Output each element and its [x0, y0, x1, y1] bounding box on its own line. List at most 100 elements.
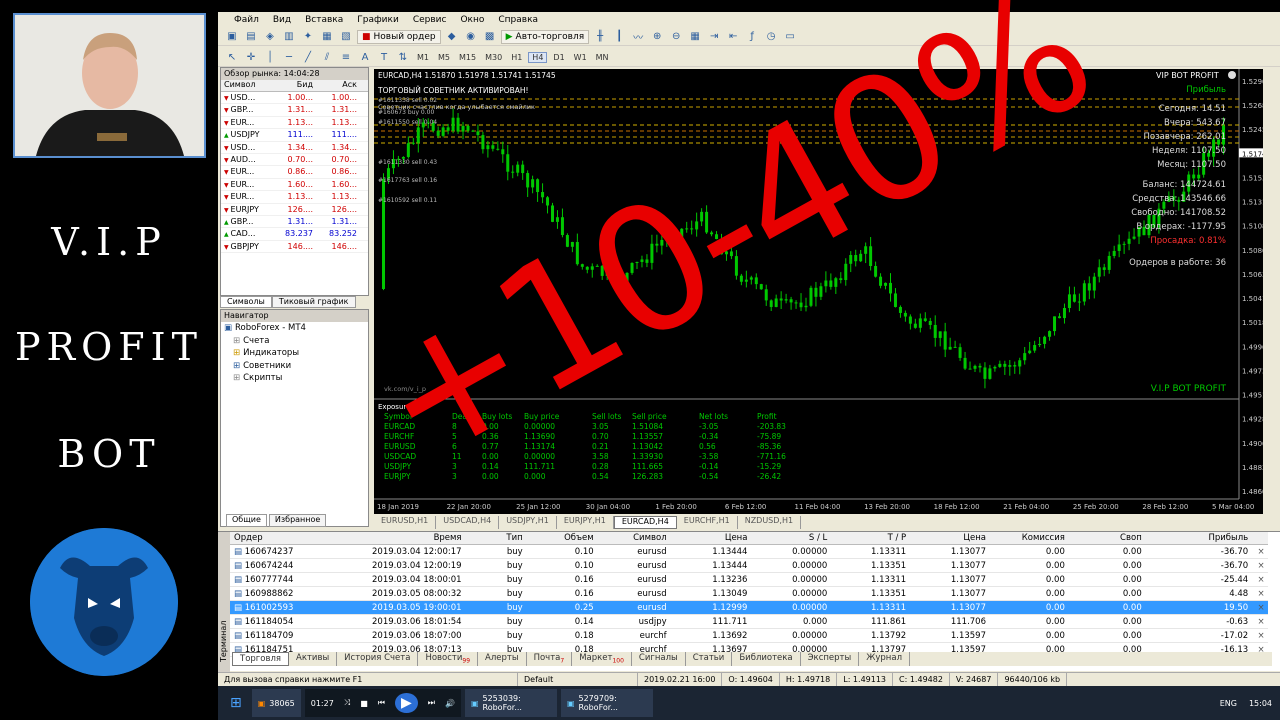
- new-chart-icon[interactable]: ▣: [224, 30, 240, 44]
- indicators-icon[interactable]: ƒ: [744, 30, 760, 44]
- taskbar-item-3[interactable]: ▣ 5279709: RoboFor...: [560, 689, 653, 717]
- candle-chart-icon[interactable]: ┃: [611, 30, 627, 44]
- column-header[interactable]: Своп: [1071, 532, 1148, 544]
- text-icon[interactable]: A: [357, 51, 373, 65]
- market-watch-row[interactable]: ▲ CAD... 83.237 83.252: [221, 228, 368, 241]
- market-watch-row[interactable]: ▲ GBP... 1.31... 1.31...: [221, 216, 368, 229]
- chart-tab[interactable]: EURJPY,H1: [557, 516, 614, 529]
- column-header[interactable]: Тип: [468, 532, 529, 544]
- chart-tab[interactable]: NZDUSD,H1: [738, 516, 802, 529]
- order-row[interactable]: ▤ 160674237 2019.03.04 12:00:17 buy 0.10 eur…: [230, 545, 1268, 559]
- column-header[interactable]: S / L: [753, 532, 833, 544]
- clock[interactable]: 15:04: [1241, 699, 1280, 708]
- trendline-icon[interactable]: ╱: [300, 51, 316, 65]
- terminal-tab[interactable]: Журнал: [859, 652, 910, 666]
- prev-icon[interactable]: ⏮: [378, 698, 385, 708]
- col-ask[interactable]: Аск: [315, 80, 359, 91]
- tf-h1[interactable]: H1: [508, 53, 525, 62]
- tf-h4[interactable]: H4: [528, 52, 548, 63]
- navigator-icon[interactable]: ✦: [300, 30, 316, 44]
- order-row[interactable]: ▤ 160674244 2019.03.04 12:00:19 buy 0.10 eur…: [230, 559, 1268, 573]
- order-row[interactable]: ▤ 161184709 2019.03.06 18:07:00 buy 0.18 eur…: [230, 629, 1268, 643]
- column-header[interactable]: Прибыль: [1148, 532, 1254, 544]
- tab-symbols[interactable]: Символы: [220, 296, 272, 308]
- close-order-icon[interactable]: ×: [1254, 601, 1268, 614]
- text-label-icon[interactable]: T: [376, 51, 392, 65]
- order-row[interactable]: ▤ 160988862 2019.03.05 08:00:32 buy 0.16 eur…: [230, 587, 1268, 601]
- terminal-tab[interactable]: Сигналы: [632, 652, 686, 666]
- menu-view[interactable]: Вид: [273, 15, 291, 25]
- chart-tab[interactable]: EURUSD,H1: [374, 516, 437, 529]
- tab-tick-chart[interactable]: Тиковый график: [271, 296, 356, 308]
- channel-icon[interactable]: ⫽: [319, 51, 335, 65]
- terminal-tab[interactable]: Активы: [289, 652, 338, 666]
- close-order-icon[interactable]: ×: [1254, 587, 1268, 600]
- terminal-tab[interactable]: Торговля: [232, 652, 290, 666]
- market-watch-row[interactable]: ▼ EUR... 1.13... 1.13...: [221, 191, 368, 204]
- market-watch-row[interactable]: ▼ AUD... 0.70... 0.70...: [221, 154, 368, 167]
- templates-icon[interactable]: ▭: [782, 30, 798, 44]
- menu-window[interactable]: Окно: [460, 15, 484, 25]
- menu-help[interactable]: Справка: [498, 15, 538, 25]
- terminal-tab[interactable]: История Счета: [337, 652, 419, 666]
- column-header[interactable]: Символ: [600, 532, 673, 544]
- column-header[interactable]: T / P: [833, 532, 912, 544]
- market-watch-row[interactable]: ▼ EURJPY 126.... 126....: [221, 204, 368, 216]
- fibonacci-icon[interactable]: ≡: [338, 51, 354, 65]
- line-chart-icon[interactable]: 〰: [630, 30, 646, 44]
- new-order-button[interactable]: ■ Новый ордер: [357, 29, 441, 44]
- chart-shift-icon[interactable]: ⇤: [725, 30, 741, 44]
- play-icon[interactable]: ▶: [394, 693, 418, 713]
- chart-tab[interactable]: EURCAD,H4: [613, 516, 677, 529]
- auto-trading-button[interactable]: ▶ Авто-торговля: [500, 29, 590, 44]
- stop-icon[interactable]: ■: [360, 699, 368, 708]
- bar-chart-icon[interactable]: ╫: [592, 30, 608, 44]
- cursor-icon[interactable]: ↖: [224, 51, 240, 65]
- terminal-tab[interactable]: Статьи: [686, 652, 733, 666]
- tab-favorites[interactable]: Избранное: [268, 514, 327, 527]
- menu-tools[interactable]: Сервис: [413, 15, 447, 25]
- start-button[interactable]: ⊞: [224, 689, 248, 717]
- horizontal-line-icon[interactable]: ─: [281, 51, 297, 65]
- order-row[interactable]: ▤ 160777744 2019.03.04 18:00:01 buy 0.16 eur…: [230, 573, 1268, 587]
- terminal-icon[interactable]: ▦: [319, 30, 335, 44]
- market-watch-row[interactable]: ▼ GBPJPY 146.... 146....: [221, 241, 368, 254]
- column-header[interactable]: Цена: [912, 532, 992, 544]
- data-window-icon[interactable]: ▥: [281, 30, 297, 44]
- market-watch-row[interactable]: ▲ USDJPY 111.... 111....: [221, 129, 368, 142]
- tab-common[interactable]: Общие: [226, 514, 267, 527]
- market-icon[interactable]: ▩: [482, 30, 498, 44]
- tile-windows-icon[interactable]: ▦: [687, 30, 703, 44]
- column-header[interactable]: Объем: [529, 532, 600, 544]
- signals-icon[interactable]: ◉: [463, 30, 479, 44]
- arrows-icon[interactable]: ⇅: [395, 51, 411, 65]
- next-icon[interactable]: ⏭: [428, 698, 435, 708]
- zoom-out-icon[interactable]: ⊖: [668, 30, 684, 44]
- tf-d1[interactable]: D1: [550, 53, 567, 62]
- terminal-tab[interactable]: Библиотека: [732, 652, 801, 666]
- nav-item-experts[interactable]: ⊞ Советники: [221, 360, 368, 373]
- order-row[interactable]: ▤ 161002593 2019.03.05 19:00:01 buy 0.25 eur…: [230, 601, 1268, 615]
- tf-w1[interactable]: W1: [571, 53, 590, 62]
- tf-m15[interactable]: M15: [456, 53, 479, 62]
- market-watch-row[interactable]: ▼ GBP... 1.31... 1.31...: [221, 104, 368, 117]
- volume-icon[interactable]: 🔊: [445, 699, 455, 708]
- tf-m1[interactable]: M1: [414, 53, 432, 62]
- chart-tab[interactable]: EURCHF,H1: [677, 516, 738, 529]
- close-order-icon[interactable]: ×: [1254, 615, 1268, 628]
- terminal-tab[interactable]: Алерты: [478, 652, 527, 666]
- language-indicator[interactable]: ENG: [1220, 699, 1237, 708]
- tf-m30[interactable]: M30: [482, 53, 505, 62]
- nav-item-indicators[interactable]: ⊞ Индикаторы: [221, 347, 368, 360]
- vertical-line-icon[interactable]: │: [262, 51, 278, 65]
- market-watch-row[interactable]: ▼ EUR... 0.86... 0.86...: [221, 166, 368, 179]
- chart-tab[interactable]: USDCAD,H4: [436, 516, 500, 529]
- market-watch-row[interactable]: ▼ USD... 1.34... 1.34...: [221, 142, 368, 154]
- market-watch-row[interactable]: ▼ USD... 1.00... 1.00...: [221, 92, 368, 105]
- terminal-tab[interactable]: Эксперты: [801, 652, 860, 666]
- close-order-icon[interactable]: ×: [1254, 629, 1268, 642]
- nav-item-scripts[interactable]: ⊞ Скрипты: [221, 372, 368, 385]
- shuffle-icon[interactable]: ⤨: [344, 698, 350, 708]
- market-watch-row[interactable]: ▼ EUR... 1.60... 1.60...: [221, 179, 368, 192]
- menu-charts[interactable]: Графики: [357, 15, 399, 25]
